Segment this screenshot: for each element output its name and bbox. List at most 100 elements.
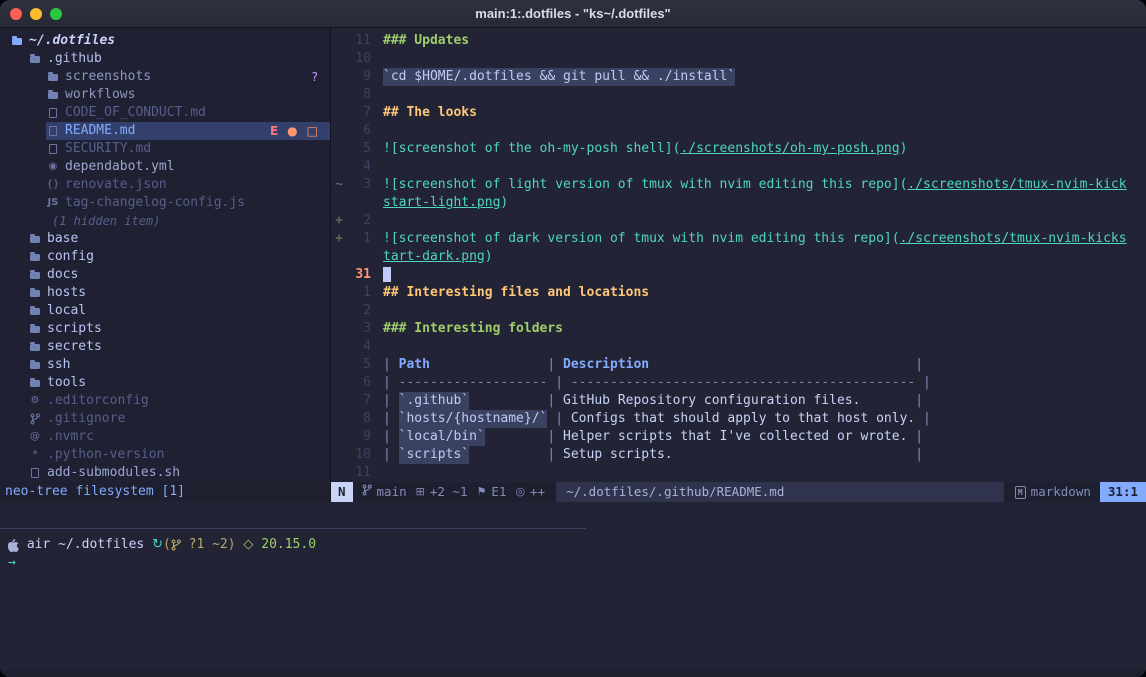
sidebar-item-dotfiles[interactable]: ~/.dotfiles bbox=[0, 32, 330, 50]
sidebar-item-add-submodules-sh[interactable]: add-submodules.sh bbox=[0, 464, 330, 482]
sidebar-item-renovate-json[interactable]: {}renovate.json bbox=[0, 176, 330, 194]
text-segment: | bbox=[383, 428, 399, 446]
folder-open-icon bbox=[10, 38, 24, 45]
text-segment: ) bbox=[485, 248, 493, 266]
text-segment: GitHub Repository configuration files. bbox=[563, 392, 860, 410]
editor-line[interactable]: 6| ------------------- | ---------------… bbox=[331, 374, 1146, 392]
folder-icon bbox=[28, 254, 42, 261]
terminal-window: main:1:.dotfiles - "ks~/.dotfiles" ~/.do… bbox=[0, 0, 1146, 677]
editor-line[interactable]: 8| `hosts/{hostname}/` | Configs that sh… bbox=[331, 410, 1146, 428]
branch-name: main bbox=[377, 483, 407, 501]
sidebar-item-label: docs bbox=[47, 266, 78, 284]
git-sign bbox=[331, 464, 347, 482]
line-number: 4 bbox=[347, 158, 371, 176]
sidebar-item-local[interactable]: local bbox=[0, 302, 330, 320]
sidebar-item-dependabot-yml[interactable]: ◉dependabot.yml bbox=[0, 158, 330, 176]
line-number: 5 bbox=[347, 356, 371, 374]
sidebar-item-security-md[interactable]: SECURITY.md bbox=[0, 140, 330, 158]
text-segment: | bbox=[547, 410, 570, 428]
traffic-lights bbox=[0, 8, 62, 20]
editor-line[interactable]: 7| `.github` | GitHub Repository configu… bbox=[331, 392, 1146, 410]
editor-line[interactable]: 31 bbox=[331, 266, 1146, 284]
editor-line[interactable]: 7## The looks bbox=[331, 104, 1146, 122]
close-button[interactable] bbox=[10, 8, 22, 20]
sidebar-item-hosts[interactable]: hosts bbox=[0, 284, 330, 302]
editor-line[interactable]: 2 bbox=[331, 302, 1146, 320]
editor-line[interactable]: 5| Path | Description | bbox=[331, 356, 1146, 374]
statusline: N main ⊞+2 ~1 ⚑E1 ◎++ ~/.dotfiles/.githu… bbox=[331, 482, 1146, 502]
line-number: 8 bbox=[347, 410, 371, 428]
sidebar-item-scripts[interactable]: scripts bbox=[0, 320, 330, 338]
sidebar-item-screenshots[interactable]: screenshots? bbox=[0, 68, 330, 86]
editor-line[interactable]: 1## Interesting files and locations bbox=[331, 284, 1146, 302]
sidebar-item-python-version[interactable]: *.python-version bbox=[0, 446, 330, 464]
sidebar-item-secrets[interactable]: secrets bbox=[0, 338, 330, 356]
git-sign bbox=[331, 50, 347, 68]
sidebar-item-workflows[interactable]: workflows bbox=[0, 86, 330, 104]
line-number: 3 bbox=[347, 320, 371, 338]
git-sign bbox=[331, 302, 347, 320]
editor-line[interactable]: 4 bbox=[331, 338, 1146, 356]
editor-line[interactable]: +1![screenshot of dark version of tmux w… bbox=[331, 230, 1146, 248]
sidebar-item-editorconfig[interactable]: ⚙.editorconfig bbox=[0, 392, 330, 410]
sidebar-item-label: tools bbox=[47, 374, 86, 392]
titlebar[interactable]: main:1:.dotfiles - "ks~/.dotfiles" bbox=[0, 0, 1146, 28]
shell-input[interactable]: → bbox=[0, 554, 1146, 572]
editor-line[interactable]: 10| `scripts` | Setup scripts. | bbox=[331, 446, 1146, 464]
text-segment: screenshot of dark version of tmux with … bbox=[399, 230, 884, 248]
editor-line[interactable]: ~3![screenshot of light version of tmux … bbox=[331, 176, 1146, 194]
shell-prompt: air ~/.dotfiles ↻ ( ?1 ~2) ◇ 20.15.0 bbox=[0, 536, 1146, 554]
editor-line[interactable]: 8 bbox=[331, 86, 1146, 104]
sidebar-item-nvmrc[interactable]: @.nvmrc bbox=[0, 428, 330, 446]
text-segment: | bbox=[485, 428, 563, 446]
editor-line[interactable]: 10 bbox=[331, 50, 1146, 68]
sidebar-item-ssh[interactable]: ssh bbox=[0, 356, 330, 374]
sidebar-item-config[interactable]: config bbox=[0, 248, 330, 266]
folder-icon bbox=[46, 74, 60, 81]
diff-icon: ⊞ bbox=[416, 483, 425, 501]
sidebar-item-label: tag-changelog-config.js bbox=[65, 194, 245, 212]
zoom-button[interactable] bbox=[50, 8, 62, 20]
editor-line[interactable]: 3### Interesting folders bbox=[331, 320, 1146, 338]
minimize-button[interactable] bbox=[30, 8, 42, 20]
file-icon bbox=[46, 126, 60, 136]
line-number: 2 bbox=[347, 302, 371, 320]
git-sign bbox=[331, 122, 347, 140]
prompt-segment: ?1 ~2) bbox=[181, 536, 244, 554]
filetype-label: markdown bbox=[1031, 483, 1091, 501]
text-segment: ![ bbox=[383, 176, 399, 194]
text-segment: ./screenshots/tmux-nvim-kicks bbox=[900, 230, 1127, 248]
sidebar-item-base[interactable]: base bbox=[0, 230, 330, 248]
editor-line[interactable]: 11### Updates bbox=[331, 32, 1146, 50]
sidebar-item-tools[interactable]: tools bbox=[0, 374, 330, 392]
mod-badge: ● bbox=[287, 122, 297, 140]
line-number: 10 bbox=[347, 50, 371, 68]
line-number: 6 bbox=[347, 374, 371, 392]
editor-line[interactable]: 9`cd $HOME/.dotfiles && git pull && ./in… bbox=[331, 68, 1146, 86]
editor-line[interactable]: +2 bbox=[331, 212, 1146, 230]
text-segment: `.github` bbox=[399, 392, 469, 410]
line-number: 9 bbox=[347, 68, 371, 86]
git-sign bbox=[331, 356, 347, 374]
sidebar-item-gitignore[interactable]: .gitignore bbox=[0, 410, 330, 428]
editor-buffer[interactable]: 11### Updates 10 9`cd $HOME/.dotfiles &&… bbox=[331, 28, 1146, 482]
sidebar-item-code-of-conduct-md[interactable]: CODE_OF_CONDUCT.md bbox=[0, 104, 330, 122]
sidebar-item-readme-md[interactable]: README.mdE●□ bbox=[46, 122, 330, 140]
git-branch: main bbox=[362, 483, 407, 502]
text-segment: ### Updates bbox=[383, 32, 469, 50]
text-segment: | bbox=[649, 356, 923, 374]
editor-line[interactable]: start-light.png) bbox=[331, 194, 1146, 212]
editor-line[interactable]: 9| `local/bin` | Helper scripts that I'v… bbox=[331, 428, 1146, 446]
sidebar-item-1-hidden-item[interactable]: (1 hidden item) bbox=[0, 212, 330, 230]
sidebar-item-tag-changelog-config-js[interactable]: JStag-changelog-config.js bbox=[0, 194, 330, 212]
text-segment: | bbox=[860, 392, 923, 410]
text-segment: ------------------- bbox=[399, 374, 548, 392]
editor-line[interactable]: tart-dark.png) bbox=[331, 248, 1146, 266]
editor-line[interactable]: 11 bbox=[331, 464, 1146, 482]
editor-line[interactable]: 4 bbox=[331, 158, 1146, 176]
editor-line[interactable]: 5![screenshot of the oh-my-posh shell](.… bbox=[331, 140, 1146, 158]
sidebar-item-github[interactable]: .github bbox=[0, 50, 330, 68]
line-number: 10 bbox=[347, 446, 371, 464]
editor-line[interactable]: 6 bbox=[331, 122, 1146, 140]
sidebar-item-docs[interactable]: docs bbox=[0, 266, 330, 284]
